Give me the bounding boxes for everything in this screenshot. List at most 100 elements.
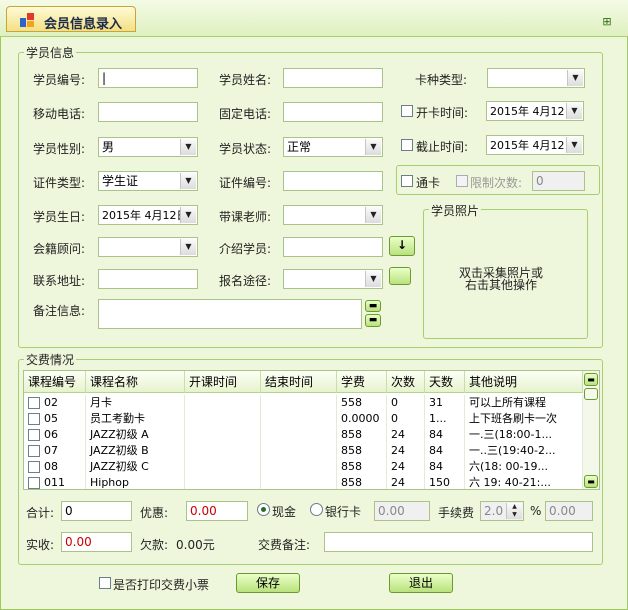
table-row[interactable]: 011 Hiphop 858 24 150 六 19: 40-21:... (24, 475, 583, 489)
table-cell: 150 (425, 475, 465, 489)
open-time-picker[interactable]: 2015年 4月12日 ▼ (486, 101, 584, 121)
table-scroll-thumb[interactable] (584, 388, 598, 400)
table-row[interactable]: 05 员工考勤卡 0.0000 0 1... 上下班各刷卡一次 (24, 411, 583, 427)
table-cell: 84 (425, 459, 465, 475)
received-input[interactable]: 0.00 (61, 532, 132, 552)
discount-input[interactable]: 0.00 (186, 501, 248, 521)
table-cell: 07 (24, 443, 86, 459)
chevron-down-icon[interactable]: ▼ (566, 137, 582, 153)
total-label: 合计: (26, 506, 55, 520)
table-cell: 858 (337, 443, 387, 459)
referrer-input[interactable] (283, 237, 383, 257)
end-time-checkbox[interactable] (401, 139, 413, 151)
chevron-down-icon[interactable]: ▼ (365, 271, 381, 287)
table-cell (261, 395, 337, 411)
limit-count-checkbox[interactable] (456, 175, 468, 187)
chevron-down-icon[interactable]: ▼ (566, 103, 582, 119)
photo-hint-line2: 右击其他操作 (465, 278, 538, 292)
end-time-picker[interactable]: 2015年 4月12日 ▼ (486, 135, 584, 155)
fee-amount-input[interactable]: 0.00 (545, 501, 593, 521)
referrer-select-button[interactable]: ↓ (389, 236, 415, 256)
bank-card-radio[interactable] (310, 503, 323, 516)
table-row[interactable]: 08 JAZZ初级 C 858 24 84 六(18: 00-19... (24, 459, 583, 475)
bank-amount-input[interactable]: 0.00 (374, 501, 430, 521)
table-scroll-up[interactable]: ▬ (584, 373, 598, 386)
end-time-value: 2015年 4月12日 (490, 139, 576, 152)
column-header-start-time[interactable]: 开课时间 (185, 371, 261, 393)
restore-icon[interactable]: ⊞ (601, 16, 613, 28)
open-time-value: 2015年 4月12日 (490, 105, 576, 118)
column-header-count[interactable]: 次数 (387, 371, 425, 393)
spinner-arrows-icon[interactable]: ▲ ▼ (506, 503, 522, 519)
fee-rate-spinner[interactable]: 2.0 ▲ ▼ (480, 501, 524, 521)
table-cell: 858 (337, 427, 387, 443)
table-cell (185, 427, 261, 443)
id-no-label: 证件编号: (219, 176, 272, 190)
table-cell (185, 411, 261, 427)
table-cell (185, 459, 261, 475)
chevron-down-icon[interactable]: ▼ (180, 207, 196, 223)
table-cell: 858 (337, 459, 387, 475)
table-scroll-down[interactable]: ▬ (584, 475, 598, 488)
consultant-select[interactable]: ▼ (98, 237, 198, 257)
signup-channel-add-button[interactable] (389, 267, 411, 285)
pass-card-checkbox[interactable] (401, 175, 413, 187)
signup-channel-select[interactable]: ▼ (283, 269, 383, 289)
column-header-end-time[interactable]: 结束时间 (261, 371, 337, 393)
fee-rate-value: 2.0 (484, 504, 504, 518)
teacher-select[interactable]: ▼ (283, 205, 383, 225)
table-cell: 可以上所有课程 (465, 395, 583, 411)
column-header-days[interactable]: 天数 (425, 371, 465, 393)
course-table[interactable]: 课程编号 课程名称 开课时间 结束时间 学费 次数 天数 其他说明 ▬ ▬ 02… (23, 370, 600, 490)
chevron-down-icon[interactable]: ▼ (180, 239, 196, 255)
limit-count-label: 限制次数: (470, 176, 523, 190)
status-select[interactable]: 正常 ▼ (283, 137, 383, 157)
chevron-down-icon[interactable]: ▼ (180, 139, 196, 155)
print-receipt-label: 是否打印交费小票 (113, 578, 210, 592)
chevron-down-icon[interactable]: ▼ (180, 173, 196, 189)
table-row[interactable]: 06 JAZZ初级 A 858 24 84 一.三(18:00-1... (24, 427, 583, 443)
column-header-course-name[interactable]: 课程名称 (86, 371, 185, 393)
table-cell: 858 (337, 475, 387, 489)
total-input[interactable]: 0 (61, 501, 132, 521)
remarks-textarea[interactable] (98, 299, 362, 329)
birthday-picker[interactable]: 2015年 4月12日 ▼ (98, 205, 198, 225)
id-no-input[interactable] (283, 171, 383, 191)
gender-select[interactable]: 男 ▼ (98, 137, 198, 157)
table-cell: 558 (337, 395, 387, 411)
save-button[interactable]: 保存 (236, 573, 300, 593)
table-cell: 011 (24, 475, 86, 489)
table-row[interactable]: 02 月卡 558 0 31 可以上所有课程 (24, 395, 583, 411)
student-no-label: 学员编号: (33, 73, 86, 87)
cash-radio[interactable] (257, 503, 270, 516)
chevron-down-icon[interactable]: ▼ (365, 139, 381, 155)
chevron-down-icon[interactable]: ▼ (567, 70, 583, 86)
column-header-notes[interactable]: 其他说明 (465, 371, 583, 393)
exit-button[interactable]: 退出 (389, 573, 453, 593)
table-row[interactable]: 07 JAZZ初级 B 858 24 84 一..三(19:40-2... (24, 443, 583, 459)
remarks-scroll-down[interactable]: ▬ (365, 314, 381, 327)
limit-count-input[interactable]: 0 (532, 171, 585, 191)
id-type-select[interactable]: 学生证 ▼ (98, 171, 198, 191)
column-header-tuition[interactable]: 学费 (337, 371, 387, 393)
name-input[interactable] (283, 68, 383, 88)
column-header-course-no[interactable]: 课程编号 (24, 371, 86, 393)
chevron-down-icon[interactable]: ▼ (365, 207, 381, 223)
mobile-input[interactable] (98, 102, 198, 122)
card-type-select[interactable]: ▼ (487, 68, 585, 88)
open-time-checkbox[interactable] (401, 105, 413, 117)
remarks-scroll-up[interactable]: ▬ (365, 300, 381, 312)
student-no-input[interactable]: | (98, 68, 198, 88)
address-input[interactable] (98, 269, 198, 289)
app-icon (20, 13, 34, 27)
print-receipt-checkbox[interactable] (99, 577, 111, 589)
phone-input[interactable] (283, 102, 383, 122)
table-cell: 0 (387, 411, 425, 427)
birthday-value: 2015年 4月12日 (102, 209, 188, 222)
table-cell: 05 (24, 411, 86, 427)
table-cell (261, 427, 337, 443)
gender-label: 学员性别: (33, 142, 86, 156)
fee-remarks-input[interactable] (324, 532, 593, 552)
consultant-label: 会籍顾问: (33, 242, 86, 256)
table-cell: 24 (387, 427, 425, 443)
